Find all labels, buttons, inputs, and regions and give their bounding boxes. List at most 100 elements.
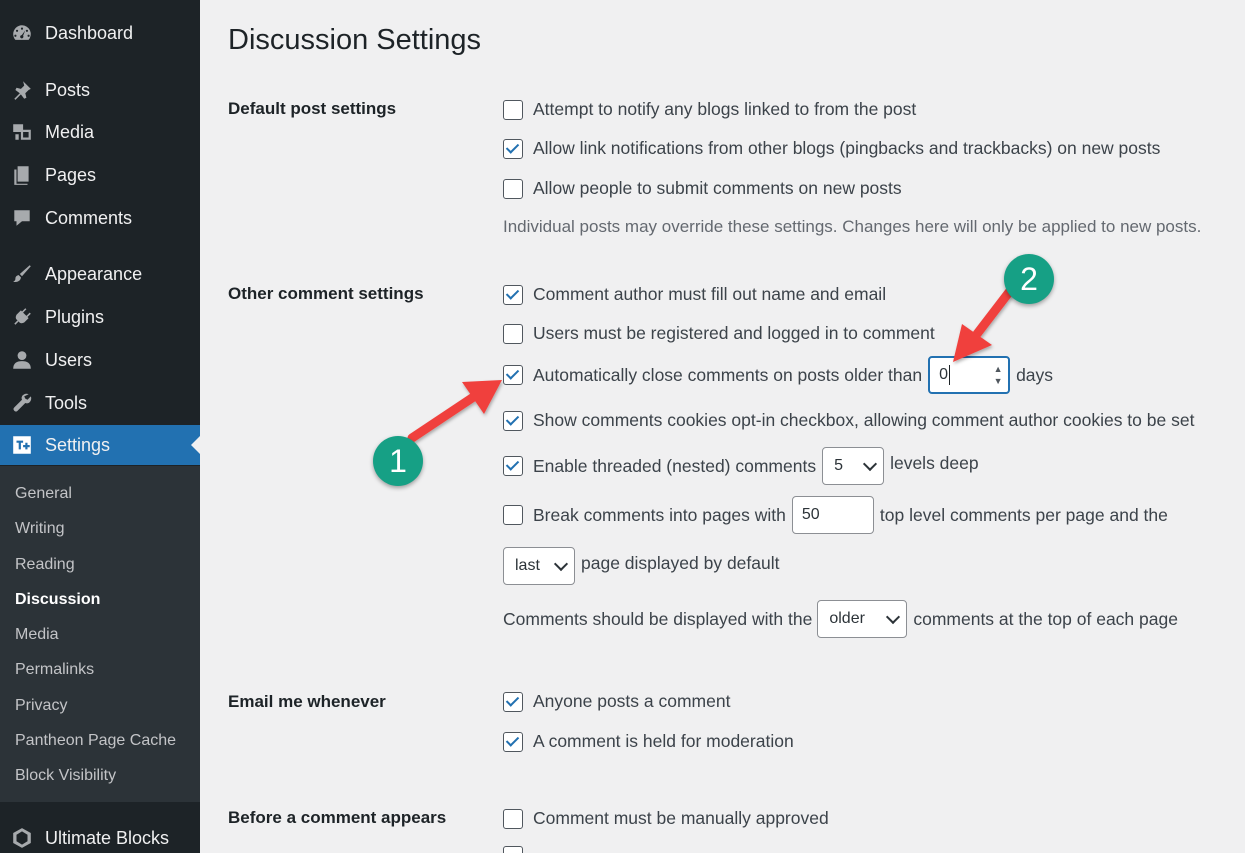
option-allow-pingbacks[interactable]: Allow link notifications from other blog… [503,138,1160,159]
checkbox[interactable] [503,323,523,344]
blocks-icon [11,827,33,849]
plug-icon [11,306,33,328]
submenu-general[interactable]: General [15,485,72,503]
menu-label: Users [45,349,93,370]
comment-order-select[interactable]: older [817,600,908,638]
input-value: 50 [801,506,820,523]
menu-comments[interactable]: Comments [0,198,200,238]
checkbox[interactable] [503,284,523,305]
option-notify-linked-blogs[interactable]: Attempt to notify any blogs linked to fr… [503,99,916,120]
option-auto-close: Automatically close comments on posts ol… [503,356,1053,394]
checkbox[interactable] [503,178,523,199]
option-label: Users must be registered and logged in t… [533,323,935,343]
close-days-input[interactable]: 0 ▲ ▼ [928,356,1011,394]
option-require-name-email[interactable]: Comment author must fill out name and em… [503,284,886,305]
dashboard-icon [11,22,33,44]
menu-settings[interactable]: Settings [0,425,200,465]
checkbox[interactable] [503,99,523,120]
media-icon [11,121,33,143]
submenu-discussion[interactable]: Discussion [15,591,100,609]
option-label: Break comments into pages with [533,504,786,525]
checkbox[interactable] [503,731,523,752]
option-label: Allow people to submit comments on new p… [533,178,902,198]
text-cursor [948,365,950,385]
submenu-media[interactable]: Media [15,626,59,644]
days-suffix: days [1016,364,1054,385]
pin-icon [11,79,33,101]
menu-label: Pages [45,164,97,185]
menu-label: Settings [45,434,111,455]
chevron-down-icon [863,456,878,471]
comments-per-page-input[interactable]: 50 [791,496,874,534]
menu-label: Comments [45,207,133,228]
checkbox[interactable] [503,691,523,712]
default-page-select[interactable]: last [503,547,575,585]
levels-suffix: levels deep [890,452,979,473]
submenu-permalinks[interactable]: Permalinks [15,661,94,679]
option-label: Show comments cookies opt-in checkbox, a… [533,410,1195,430]
option-label: Comment must be manually approved [533,808,829,828]
section-email-me-whenever: Email me whenever [228,692,386,711]
per-page-suffix: top level comments per page and the [879,504,1168,525]
checkbox[interactable] [503,505,523,525]
option-allow-comments[interactable]: Allow people to submit comments on new p… [503,178,902,199]
comment-icon [11,207,33,229]
user-icon [11,349,33,371]
select-value: last [515,557,540,574]
option-label: Anyone posts a comment [533,691,731,711]
submenu-block-visibility[interactable]: Block Visibility [15,767,116,785]
menu-label: Ultimate Blocks [45,827,170,848]
section-default-post-settings: Default post settings [228,99,397,118]
default-page-suffix: page displayed by default [581,552,780,573]
submenu-privacy[interactable]: Privacy [15,697,67,715]
section-before-comment-appears: Before a comment appears [228,808,447,827]
option-label: Automatically close comments on posts ol… [533,364,923,385]
input-value: 0 [939,366,948,383]
menu-label: Posts [45,79,91,100]
brush-icon [11,263,33,285]
checkbox[interactable] [503,410,523,431]
number-spinner[interactable]: ▲ ▼ [990,360,1006,390]
menu-appearance[interactable]: Appearance [0,254,200,294]
wrench-icon [11,392,33,414]
option-manual-approval[interactable]: Comment must be manually approved [503,808,829,829]
menu-posts[interactable]: Posts [0,70,200,110]
checkbox[interactable] [503,846,523,853]
pages-icon [11,164,33,186]
checkbox[interactable] [503,808,523,829]
menu-ultimate-blocks[interactable]: Ultimate Blocks [0,818,200,853]
option-comment-order: Comments should be displayed with the ol… [503,600,1178,638]
menu-media[interactable]: Media [0,112,200,152]
submenu-reading[interactable]: Reading [15,556,75,574]
option-default-page: last page displayed by default [503,547,779,585]
chevron-down-icon [553,556,569,571]
admin-sidebar: Dashboard Posts Media Pages Comments App… [0,0,200,853]
submenu-writing[interactable]: Writing [15,520,65,538]
option-partial-next[interactable] [503,846,533,853]
order-prefix: Comments should be displayed with the [503,608,813,629]
option-cookies-opt-in[interactable]: Show comments cookies opt-in checkbox, a… [503,410,1194,431]
option-label: Comment author must fill out name and em… [533,284,887,304]
option-email-anyone-posts[interactable]: Anyone posts a comment [503,691,730,712]
menu-label: Dashboard [45,22,134,43]
menu-tools[interactable]: Tools [0,383,200,423]
menu-label: Tools [45,392,88,413]
annotation-badge-2: 2 [1004,254,1054,304]
option-label: Enable threaded (nested) comments [533,455,817,476]
checkbox[interactable] [503,138,523,159]
thread-depth-select[interactable]: 5 [822,447,885,485]
checkbox[interactable] [503,365,523,385]
chevron-down-icon [886,609,901,624]
menu-dashboard[interactable]: Dashboard [0,13,200,53]
menu-users[interactable]: Users [0,340,200,380]
menu-pages[interactable]: Pages [0,155,200,195]
option-threaded-comments: Enable threaded (nested) comments 5 leve… [503,447,979,485]
option-label: A comment is held for moderation [533,731,794,751]
option-paged-comments: Break comments into pages with 50 top le… [503,496,1168,534]
submenu-pantheon-page-cache[interactable]: Pantheon Page Cache [15,732,176,750]
checkbox[interactable] [503,456,523,476]
menu-label: Plugins [45,306,105,327]
option-email-held-moderation[interactable]: A comment is held for moderation [503,731,794,752]
option-require-registration[interactable]: Users must be registered and logged in t… [503,323,935,344]
menu-plugins[interactable]: Plugins [0,297,200,337]
